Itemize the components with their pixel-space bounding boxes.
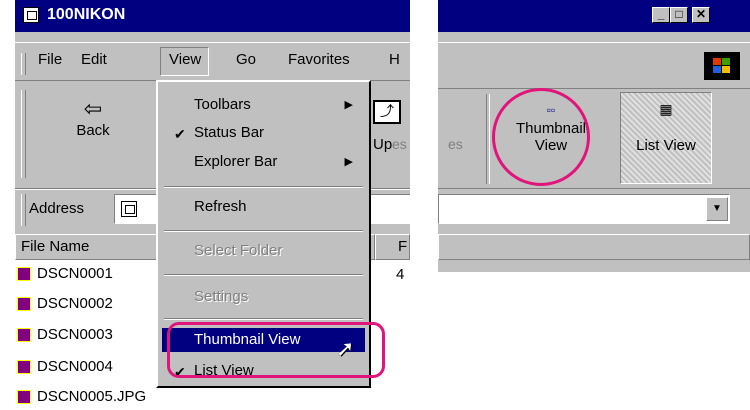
title-bar: 100NIKON [15, 0, 410, 32]
callout-ring-menu [167, 322, 385, 378]
up-folder-icon: ⤴ [373, 100, 401, 124]
list-item[interactable]: DSCN0002 [17, 293, 167, 315]
menu-item-toolbars[interactable]: Toolbars [194, 96, 251, 113]
minimize-button[interactable]: _ [652, 7, 670, 23]
menu-separator [164, 318, 363, 320]
explorer-window-left: 100NIKON File Edit View Go Favorites H ⇦… [15, 0, 410, 410]
image-file-icon [17, 297, 31, 311]
up-label[interactable]: Up [373, 136, 392, 153]
checkmark-icon: ✔ [174, 126, 186, 142]
back-button[interactable]: ⇦ Back [63, 96, 123, 139]
menu-item-settings: Settings [194, 288, 249, 305]
address-folder-icon [121, 201, 137, 217]
toolbar-separator [486, 94, 490, 184]
menu-item-refresh[interactable]: Refresh [194, 198, 247, 215]
image-file-icon [17, 328, 31, 342]
menu-separator [164, 186, 363, 188]
list-item[interactable]: DSCN0003 [17, 324, 167, 346]
back-label: Back [76, 122, 110, 139]
back-arrow-icon: ⇦ [83, 96, 103, 121]
submenu-arrow-icon: ▶ [344, 156, 353, 168]
callout-ring-thumbnail [492, 88, 590, 186]
address-label: Address [29, 200, 85, 217]
submenu-arrow-icon: ▶ [344, 99, 353, 111]
window-title: 100NIKON [47, 6, 126, 23]
menu-item-select-folder: Select Folder [194, 242, 283, 259]
menu-item-status-bar[interactable]: Status Bar [194, 124, 264, 141]
partial-size: 4 [396, 266, 405, 283]
menu-view[interactable]: View [169, 51, 201, 68]
list-view-icon: ▦ [659, 101, 673, 117]
menu-help[interactable]: H [389, 51, 400, 68]
menu-item-explorer-bar[interactable]: Explorer Bar [194, 153, 277, 170]
toolbar-partial-label-right: es [448, 136, 463, 152]
windows-logo-icon [704, 52, 740, 80]
grip [21, 53, 26, 75]
menu-go[interactable]: Go [236, 51, 256, 68]
image-file-icon [17, 390, 31, 404]
title-bar-right: _ □ ✕ [438, 0, 750, 32]
menu-file[interactable]: File [38, 51, 62, 68]
column-header-right [438, 234, 750, 260]
list-item[interactable]: DSCN0004 [17, 356, 167, 378]
close-button[interactable]: ✕ [692, 7, 710, 23]
maximize-button[interactable]: □ [670, 7, 688, 23]
menu-edit[interactable]: Edit [81, 51, 107, 68]
list-item[interactable]: DSCN0001 [17, 263, 167, 285]
list-view-button[interactable]: ▦ List View [620, 92, 712, 184]
address-field-right[interactable] [438, 194, 730, 224]
image-file-icon [17, 360, 31, 374]
folder-window-icon [23, 7, 39, 23]
chevron-down-icon[interactable]: ▼ [706, 197, 728, 221]
menu-favorites[interactable]: Favorites [288, 51, 350, 68]
column-header-second[interactable]: F [375, 234, 410, 260]
list-item[interactable]: DSCN0005.JPG [17, 386, 197, 408]
toolbar-partial-label: es [392, 136, 407, 152]
menu-separator [164, 274, 363, 276]
toolbar-grip [21, 90, 26, 178]
menu-separator [164, 230, 363, 232]
explorer-window-right: _ □ ✕ es ▫▫ Thumbnail View ▦ List View ▼ [438, 0, 750, 272]
image-file-icon [17, 267, 31, 281]
